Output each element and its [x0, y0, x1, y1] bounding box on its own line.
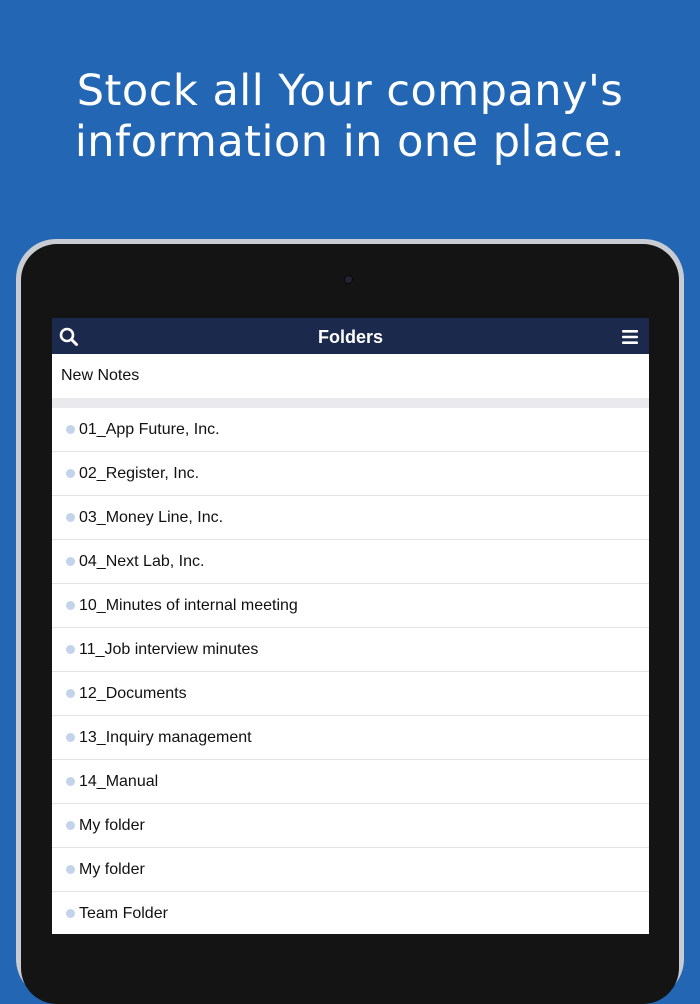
folder-item[interactable]: 03_Money Line, Inc. [52, 496, 649, 540]
promo-headline-line-1: Stock all Your company's [76, 66, 624, 116]
folder-bullet-icon [66, 425, 75, 434]
folder-item[interactable]: 04_Next Lab, Inc. [52, 540, 649, 584]
folder-bullet-icon [66, 821, 75, 830]
folder-item[interactable]: 02_Register, Inc. [52, 452, 649, 496]
folder-list: 01_App Future, Inc. 02_Register, Inc. 03… [52, 408, 649, 934]
folder-label: 13_Inquiry management [79, 729, 252, 746]
promo-headline: Stock all Your company's information in … [0, 66, 700, 168]
folder-item[interactable]: My folder [52, 804, 649, 848]
folder-label: 04_Next Lab, Inc. [79, 553, 205, 570]
promo-headline-line-2: information in one place. [74, 117, 626, 167]
folder-label: My folder [79, 861, 145, 878]
folder-item[interactable]: My folder [52, 848, 649, 892]
new-notes-label: New Notes [61, 367, 140, 384]
folder-bullet-icon [66, 733, 75, 742]
folder-label: 02_Register, Inc. [79, 465, 200, 482]
folder-item[interactable]: 13_Inquiry management [52, 716, 649, 760]
folder-bullet-icon [66, 777, 75, 786]
folder-bullet-icon [66, 645, 75, 654]
new-notes-row[interactable]: New Notes [52, 354, 649, 398]
folder-label: My folder [79, 817, 145, 834]
folder-item[interactable]: 10_Minutes of internal meeting [52, 584, 649, 628]
folder-label: 14_Manual [79, 773, 159, 790]
folder-label: 01_App Future, Inc. [79, 421, 220, 438]
folder-bullet-icon [66, 865, 75, 874]
menu-button[interactable] [617, 324, 643, 350]
app-screen: Folders New Notes 01_App Future, Inc. 02… [52, 318, 649, 934]
hamburger-menu-icon [622, 330, 638, 344]
folder-bullet-icon [66, 469, 75, 478]
folder-label: 11_Job interview minutes [79, 641, 259, 658]
folder-bullet-icon [66, 513, 75, 522]
folder-item[interactable]: 01_App Future, Inc. [52, 408, 649, 452]
navigation-bar: Folders [52, 318, 649, 354]
folder-label: 12_Documents [79, 685, 187, 702]
folder-label: 03_Money Line, Inc. [79, 509, 224, 526]
folder-bullet-icon [66, 689, 75, 698]
folder-item[interactable]: 11_Job interview minutes [52, 628, 649, 672]
folder-label: Team Folder [79, 905, 168, 922]
front-camera-icon [345, 276, 352, 283]
folder-item[interactable]: 14_Manual [52, 760, 649, 804]
nav-title: Folders [317, 327, 383, 347]
folder-item[interactable]: 12_Documents [52, 672, 649, 716]
search-icon [59, 327, 78, 346]
folder-label: 10_Minutes of internal meeting [79, 597, 298, 614]
folder-bullet-icon [66, 557, 75, 566]
folder-item[interactable]: Team Folder [52, 892, 649, 934]
folder-bullet-icon [66, 909, 75, 918]
search-button[interactable] [56, 324, 82, 350]
folder-bullet-icon [66, 601, 75, 610]
section-separator [52, 398, 649, 408]
